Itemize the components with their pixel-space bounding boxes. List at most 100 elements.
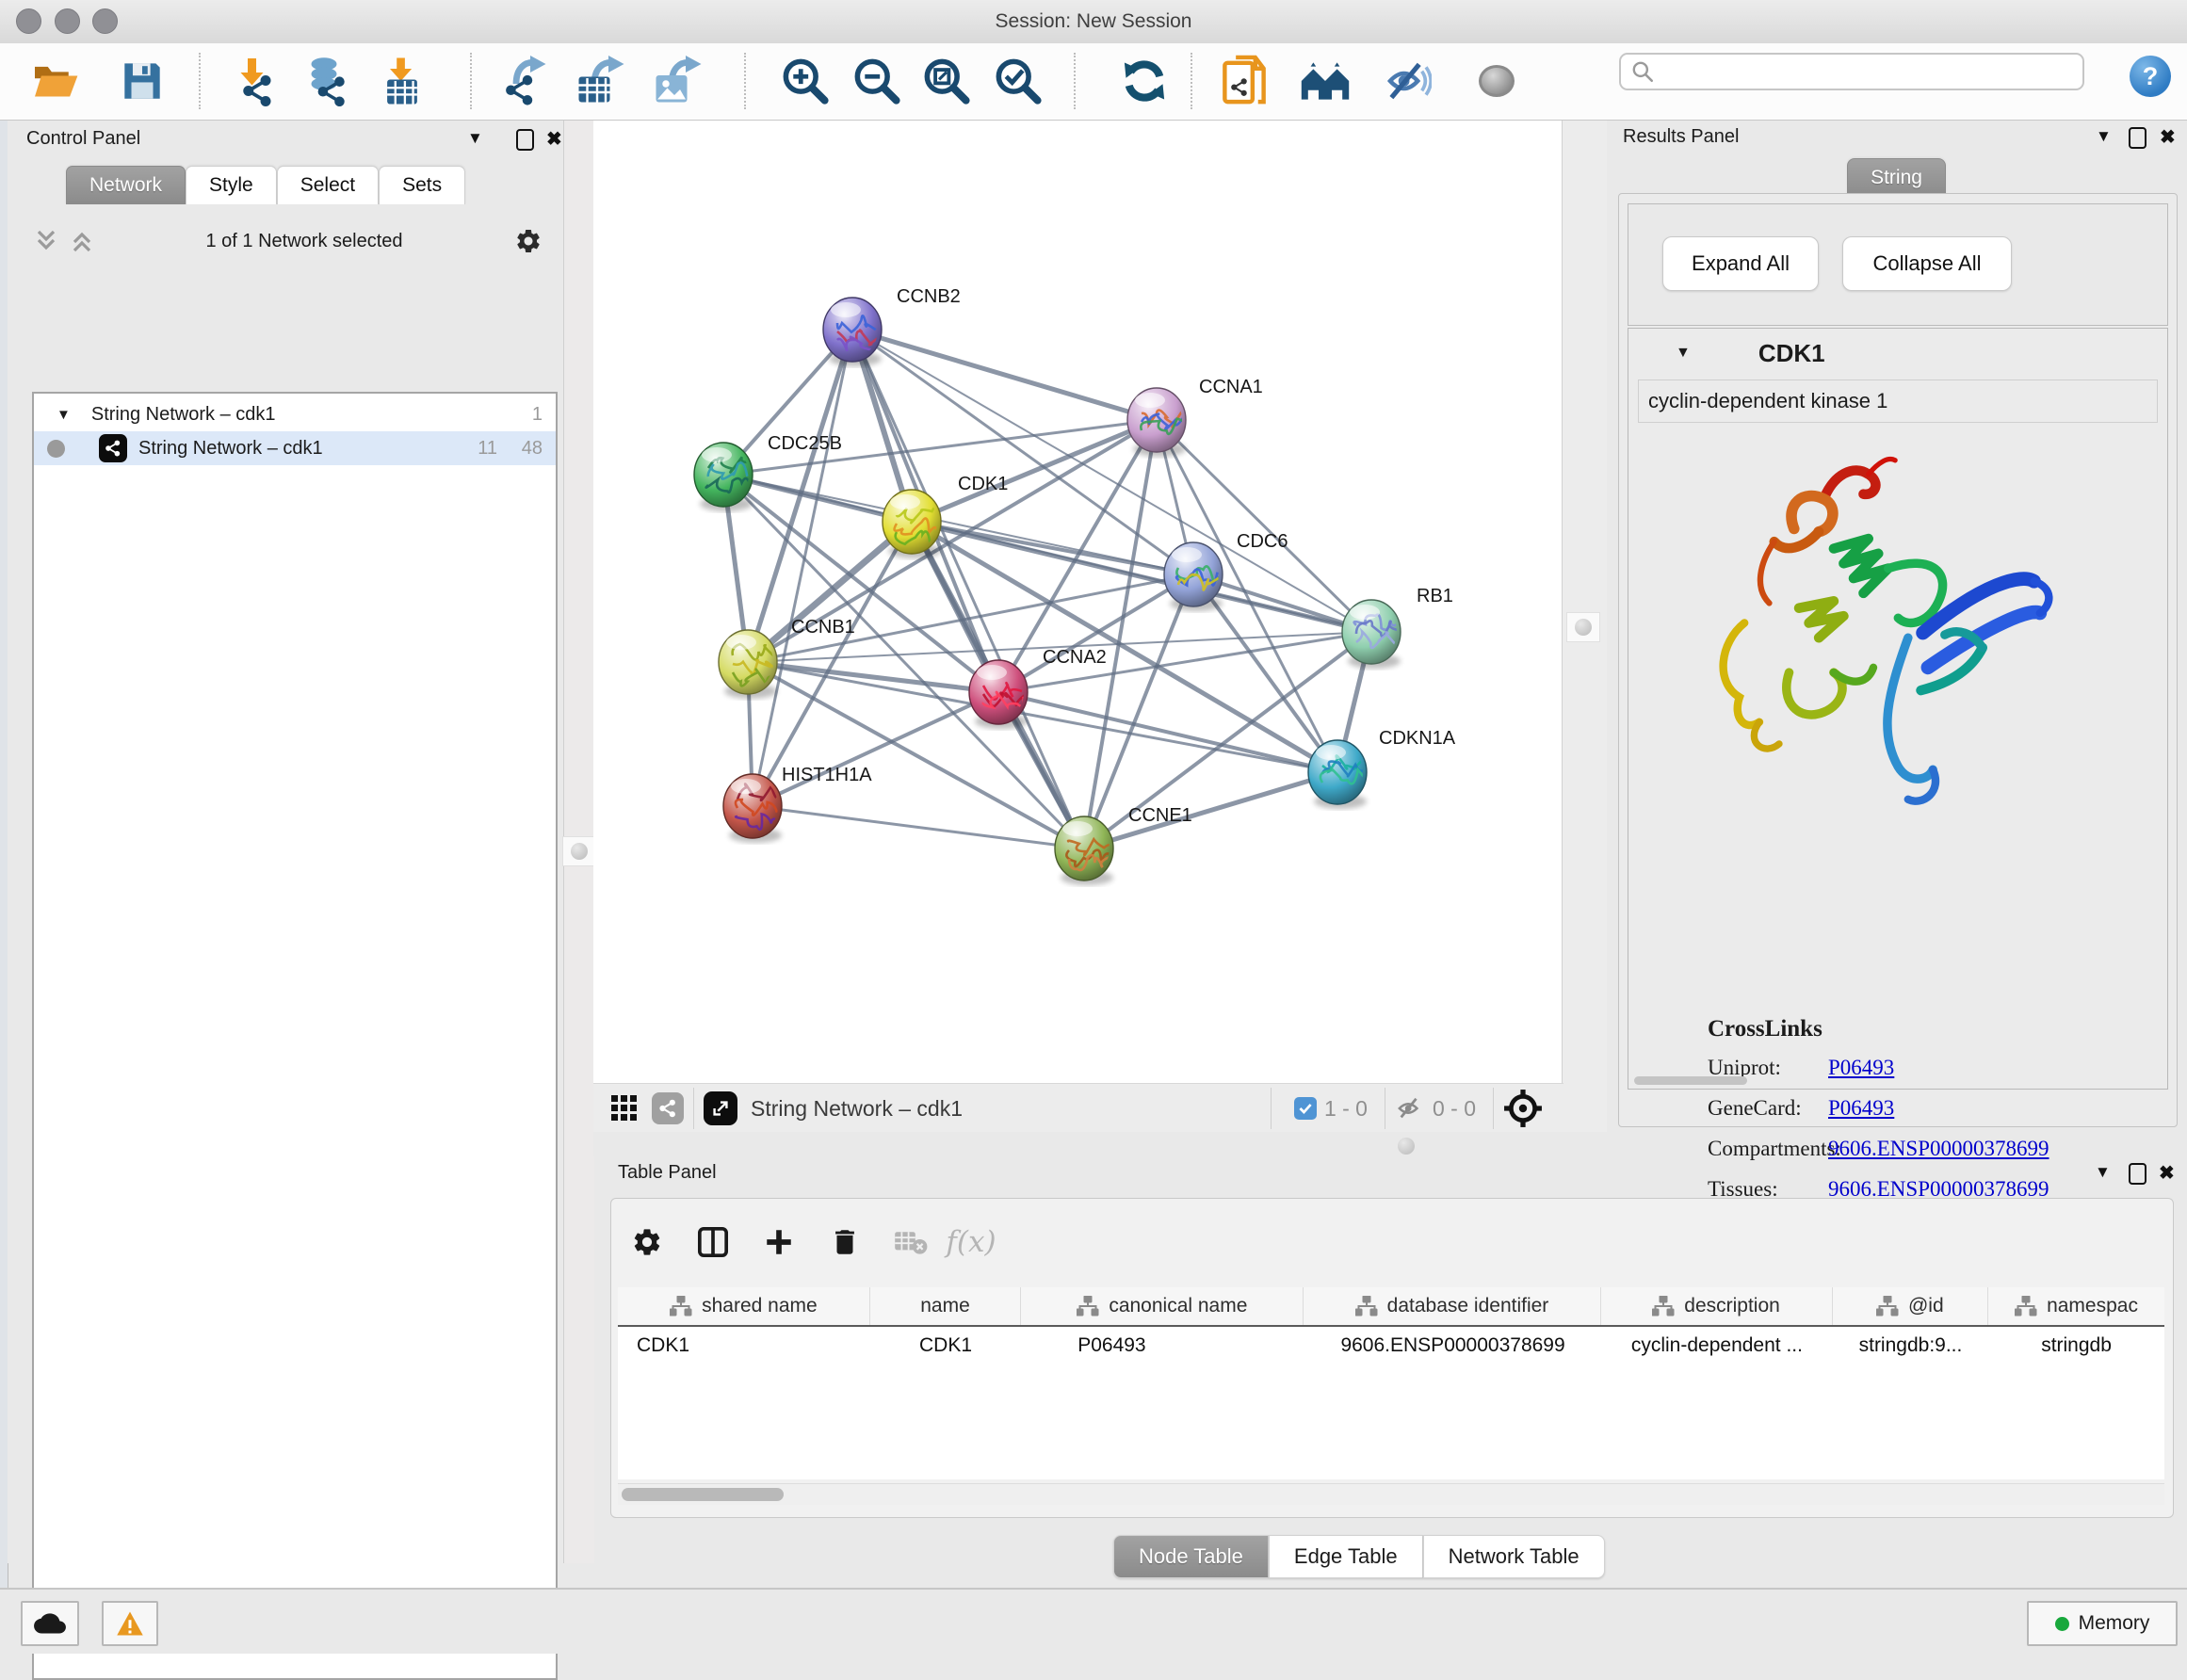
open-session-icon[interactable] — [28, 55, 83, 107]
tab-node-table[interactable]: Node Table — [1113, 1535, 1269, 1578]
cloud-status-button[interactable] — [21, 1601, 79, 1646]
network-collection-row[interactable]: ▼ String Network – cdk1 1 — [34, 397, 556, 431]
import-network-from-file-icon[interactable] — [226, 55, 281, 107]
edge-CCNB1-CCNA2[interactable] — [748, 662, 998, 692]
tab-string-results[interactable]: String — [1847, 158, 1946, 197]
edge-CDK1-CCNB1[interactable] — [748, 522, 912, 662]
birds-eye-view-icon[interactable] — [1503, 1089, 1543, 1128]
apply-preferred-layout-icon[interactable] — [1117, 55, 1172, 107]
hidden-count-eye-icon[interactable] — [1395, 1095, 1425, 1122]
zoom-window-icon[interactable] — [92, 8, 118, 34]
cell-name[interactable]: CDK1 — [870, 1334, 1021, 1357]
network-row-selected[interactable]: String Network – cdk1 11 48 — [34, 431, 556, 465]
delete-column-trash-icon[interactable] — [824, 1221, 866, 1263]
fit-content-icon[interactable] — [919, 55, 974, 107]
cell-namespace[interactable]: stringdb — [1988, 1334, 2164, 1357]
detach-view-icon[interactable] — [704, 1091, 737, 1125]
network-canvas[interactable]: CCNB2CCNA1CDC25BCDK1CDC6RB1CCNB1CCNA2CDK… — [593, 121, 1562, 1083]
right-splitter[interactable] — [1562, 121, 1607, 1132]
crosslink-uniprot-link[interactable]: P06493 — [1828, 1056, 1894, 1080]
edge-CCNB2-CCNA1[interactable] — [852, 330, 1157, 420]
edge-CCNB2-CCNB1[interactable] — [748, 330, 852, 662]
table-hscroll-thumb[interactable] — [622, 1488, 784, 1501]
edge-CDKN1A-CCNE1[interactable] — [1084, 772, 1337, 848]
collapse-section-icon[interactable]: ▼ — [1676, 345, 1691, 362]
network-options-gear-icon[interactable] — [514, 227, 543, 255]
import-table-from-file-icon[interactable] — [375, 55, 429, 107]
expand-all-button[interactable]: Expand All — [1662, 236, 1819, 291]
hide-selected-icon[interactable] — [1381, 55, 1435, 107]
column-header-namespace[interactable]: namespac — [1988, 1287, 2164, 1325]
minimize-window-icon[interactable] — [55, 8, 80, 34]
close-panel-icon[interactable]: ✖ — [2159, 1161, 2175, 1185]
collapse-panel-icon[interactable]: ▼ — [467, 129, 483, 148]
cell-canonical-name[interactable]: P06493 — [1021, 1334, 1304, 1357]
left-splitter[interactable] — [563, 121, 594, 1563]
zoom-in-icon[interactable] — [778, 55, 833, 107]
column-header-description[interactable]: description — [1601, 1287, 1833, 1325]
export-network-icon[interactable] — [497, 55, 552, 107]
cell-shared-name[interactable]: CDK1 — [618, 1334, 870, 1357]
cell-description[interactable]: cyclin-dependent ... — [1601, 1334, 1833, 1357]
tab-network[interactable]: Network — [66, 166, 186, 204]
column-header-id[interactable]: @id — [1833, 1287, 1988, 1325]
float-panel-icon[interactable] — [2129, 127, 2146, 149]
zoom-out-icon[interactable] — [850, 55, 904, 107]
results-panel-title: Results Panel — [1623, 126, 1739, 148]
table-options-gear-icon[interactable] — [626, 1221, 668, 1263]
splitter-handle[interactable] — [562, 836, 596, 866]
tab-select[interactable]: Select — [277, 166, 379, 204]
column-header-name[interactable]: name — [870, 1287, 1021, 1325]
memory-button[interactable]: Memory — [2027, 1601, 2178, 1646]
edge-CCNB2-CCNE1[interactable] — [852, 330, 1084, 848]
selected-count-checkbox-icon[interactable] — [1294, 1097, 1317, 1120]
splitter-handle[interactable] — [1566, 612, 1600, 642]
first-neighbors-icon[interactable] — [1298, 55, 1353, 107]
column-header-canonical-name[interactable]: canonical name — [1021, 1287, 1304, 1325]
collapse-all-button[interactable]: Collapse All — [1842, 236, 2012, 291]
grid-view-icon[interactable] — [610, 1094, 639, 1123]
expand-all-networks-icon[interactable] — [70, 229, 94, 253]
help-icon[interactable]: ? — [2130, 56, 2171, 97]
new-network-from-selection-icon[interactable] — [1217, 55, 1272, 107]
search-input[interactable] — [1655, 60, 2064, 84]
results-hscroll-thumb[interactable] — [1634, 1076, 1747, 1085]
tab-style[interactable]: Style — [186, 166, 277, 204]
float-panel-icon[interactable] — [2129, 1163, 2146, 1185]
crosslinks-title: CrossLinks — [1708, 1016, 2049, 1042]
edge-CCNB2-HIST1H1A[interactable] — [753, 330, 852, 806]
export-table-icon[interactable] — [573, 55, 627, 107]
crosslink-genecard-link[interactable]: P06493 — [1828, 1096, 1894, 1121]
cell-database-identifier[interactable]: 9606.ENSP00000378699 — [1304, 1334, 1601, 1357]
network-tree: ▼ String Network – cdk1 1 String Network… — [32, 392, 558, 1680]
zoom-selected-icon[interactable] — [991, 55, 1045, 107]
table-hscrollbar[interactable] — [618, 1483, 2164, 1505]
close-panel-icon[interactable]: ✖ — [2160, 125, 2176, 149]
show-all-icon[interactable] — [1469, 55, 1524, 107]
cell-id[interactable]: stringdb:9... — [1833, 1334, 1988, 1357]
collapse-all-networks-icon[interactable] — [34, 229, 58, 253]
warnings-button[interactable] — [102, 1601, 158, 1646]
protein-card-header[interactable]: ▼ CDK1 — [1628, 329, 2167, 378]
save-session-icon[interactable] — [115, 55, 170, 107]
edge-CCNB2-RB1[interactable] — [852, 330, 1371, 632]
close-panel-icon[interactable]: ✖ — [546, 127, 562, 151]
collection-expand-icon[interactable]: ▼ — [57, 407, 71, 423]
export-image-icon[interactable] — [650, 55, 705, 107]
float-panel-icon[interactable] — [516, 129, 534, 151]
edge-CCNA2-HIST1H1A[interactable] — [753, 692, 998, 806]
tab-network-table[interactable]: Network Table — [1423, 1535, 1605, 1578]
collapse-panel-icon[interactable]: ▼ — [2095, 1163, 2111, 1182]
close-window-icon[interactable] — [16, 8, 41, 34]
column-header-shared-name[interactable]: shared name — [618, 1287, 870, 1325]
import-network-from-database-icon[interactable] — [300, 55, 354, 107]
add-column-icon[interactable] — [758, 1221, 800, 1263]
edge-HIST1H1A-CCNE1[interactable] — [753, 806, 1084, 848]
tab-edge-table[interactable]: Edge Table — [1269, 1535, 1423, 1578]
table-row[interactable]: CDK1 CDK1 P06493 9606.ENSP00000378699 cy… — [618, 1327, 2164, 1365]
tab-sets[interactable]: Sets — [379, 166, 465, 204]
string-view-icon[interactable] — [652, 1092, 684, 1124]
column-header-database-identifier[interactable]: database identifier — [1304, 1287, 1600, 1325]
collapse-panel-icon[interactable]: ▼ — [2096, 127, 2112, 146]
show-columns-icon[interactable] — [692, 1221, 734, 1263]
